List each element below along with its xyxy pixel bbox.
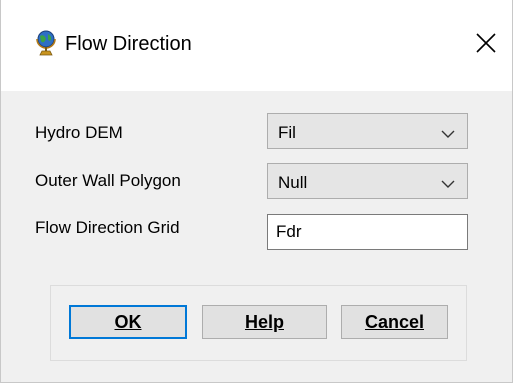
flow-direction-grid-input[interactable] [268, 215, 467, 249]
flow-direction-grid-label: Flow Direction Grid [35, 218, 180, 237]
flow-direction-grid-field-box [267, 214, 468, 250]
flow-direction-dialog: Flow Direction Hydro DEM Fil Outer Wall … [0, 0, 513, 383]
close-button[interactable] [471, 28, 501, 58]
hydro-dem-label: Hydro DEM [35, 123, 123, 142]
outer-wall-polygon-label: Outer Wall Polygon [35, 171, 181, 190]
dialog-title: Flow Direction [65, 33, 192, 55]
hydro-dem-value: Fil [278, 123, 296, 142]
chevron-down-icon [441, 126, 455, 144]
close-icon [476, 33, 496, 53]
ok-button[interactable]: OK [69, 305, 187, 339]
outer-wall-polygon-dropdown[interactable]: Null [267, 163, 468, 199]
hydro-dem-dropdown[interactable]: Fil [267, 113, 468, 149]
cancel-button[interactable]: Cancel [341, 305, 448, 339]
chevron-down-icon [441, 176, 455, 194]
outer-wall-polygon-value: Null [278, 173, 308, 192]
help-button[interactable]: Help [202, 305, 327, 339]
globe-on-stand-icon [35, 30, 57, 56]
title-bar: Flow Direction [1, 0, 512, 91]
